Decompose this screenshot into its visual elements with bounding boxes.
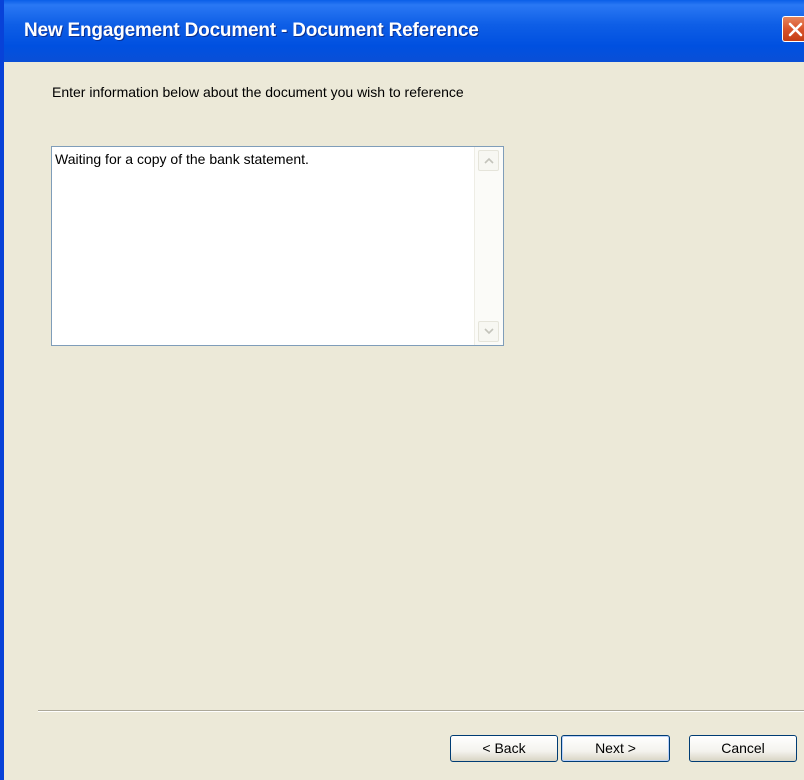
window-title: New Engagement Document - Document Refer… bbox=[24, 20, 479, 41]
next-button[interactable]: Next > bbox=[561, 735, 670, 762]
scroll-up-arrow-icon bbox=[484, 157, 494, 164]
instruction-text: Enter information below about the docume… bbox=[52, 84, 464, 100]
cancel-button[interactable]: Cancel bbox=[689, 735, 797, 762]
title-bar[interactable]: New Engagement Document - Document Refer… bbox=[4, 0, 804, 62]
scroll-down-button[interactable] bbox=[478, 321, 499, 342]
back-button[interactable]: < Back bbox=[450, 735, 558, 762]
scroll-down-arrow-icon bbox=[484, 328, 494, 335]
dialog-window: New Engagement Document - Document Refer… bbox=[0, 0, 804, 780]
button-separator bbox=[38, 710, 804, 712]
reference-text: Waiting for a copy of the bank statement… bbox=[55, 151, 309, 167]
close-button[interactable] bbox=[782, 16, 804, 42]
dialog-content: Enter information below about the docume… bbox=[4, 62, 804, 780]
vertical-scrollbar[interactable] bbox=[474, 147, 503, 345]
document-reference-textarea[interactable]: Waiting for a copy of the bank statement… bbox=[51, 146, 504, 346]
scroll-up-button[interactable] bbox=[478, 150, 499, 171]
close-icon bbox=[788, 22, 803, 37]
